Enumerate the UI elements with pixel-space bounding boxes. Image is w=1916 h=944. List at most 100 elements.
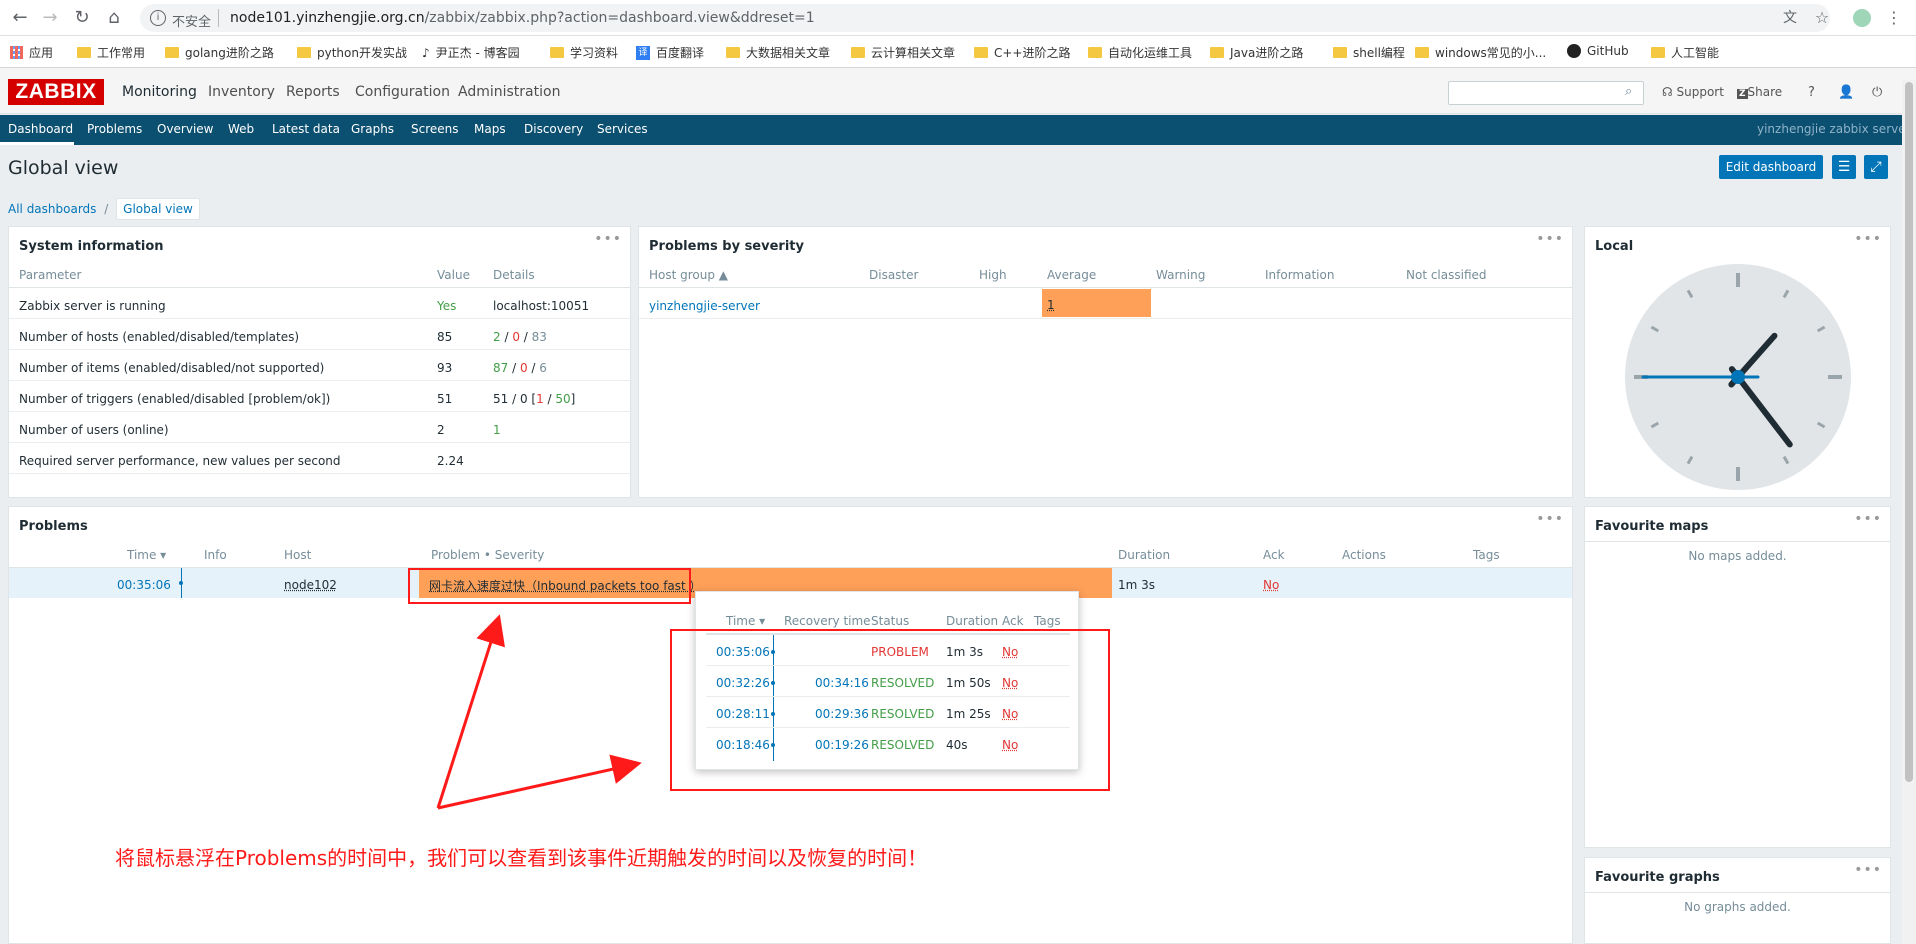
bookmark[interactable]: golang进阶之路 [165, 44, 274, 61]
menu-configuration[interactable]: Configuration [355, 84, 450, 100]
breadcrumb-current[interactable]: Global view [116, 198, 200, 220]
bookmark[interactable]: 大数据相关文章 [726, 44, 830, 61]
folder-icon [1651, 47, 1665, 58]
bookmark[interactable]: GitHub [1567, 44, 1629, 58]
subnav-graphs[interactable]: Graphs [351, 122, 394, 136]
subnav-services[interactable]: Services [597, 122, 648, 136]
divider [9, 287, 630, 288]
col-information: Information [1265, 268, 1335, 282]
bookmark-apps[interactable]: 应用 [10, 44, 53, 61]
subnav-latest-data[interactable]: Latest data [272, 122, 340, 136]
problem-ack[interactable]: No [1263, 578, 1279, 592]
average-count[interactable]: 1 [1047, 298, 1055, 312]
widget-title: Favourite maps [1595, 519, 1709, 534]
param-value: 2 [437, 423, 445, 437]
folder-icon [726, 47, 740, 58]
bookmark[interactable]: python开发实战 [297, 44, 407, 61]
hamburger-menu-icon[interactable]: ☰ [1832, 155, 1856, 179]
subnav-web[interactable]: Web [228, 122, 254, 136]
edit-dashboard-button[interactable]: Edit dashboard [1719, 155, 1823, 179]
subnav-problems[interactable]: Problems [87, 122, 142, 136]
subnav-discovery[interactable]: Discovery [524, 122, 583, 136]
col-host-group[interactable]: Host group ▲ [649, 268, 728, 282]
problem-host[interactable]: node102 [284, 578, 337, 592]
folder-icon [974, 47, 988, 58]
folder-icon [851, 47, 865, 58]
widget-menu-icon[interactable]: ••• [1854, 862, 1882, 878]
bookmark[interactable]: 译百度翻译 [636, 44, 704, 61]
zabbix-logo[interactable]: ZABBIX [8, 79, 104, 105]
widget-menu-icon[interactable]: ••• [1854, 511, 1882, 527]
support-link[interactable]: ☊ Support [1662, 85, 1724, 99]
info-icon[interactable]: i [150, 10, 166, 26]
forward-icon[interactable]: → [38, 6, 62, 30]
param-value: Yes [437, 299, 457, 313]
subnav-screens[interactable]: Screens [411, 122, 459, 136]
bookmarks-bar: 应用 工作常用 golang进阶之路 python开发实战 ♪ 尹正杰 - 博客园… [0, 36, 1916, 68]
url-text[interactable]: node101.yinzhengjie.org.cn/zabbix/zabbix… [230, 10, 815, 26]
help-icon[interactable]: ? [1808, 85, 1815, 100]
widget-menu-icon[interactable]: ••• [1536, 511, 1564, 527]
translate-icon[interactable]: 文 [1778, 6, 1802, 30]
bookmark[interactable]: 学习资料 [550, 44, 618, 61]
reload-icon[interactable]: ↻ [70, 6, 94, 30]
system-information-widget: System information ••• Parameter Value D… [8, 226, 631, 498]
search-icon[interactable]: ⌕ [1625, 84, 1632, 99]
bookmark[interactable]: ♪ 尹正杰 - 博客园 [422, 44, 520, 61]
problems-by-severity-widget: Problems by severity ••• Host group ▲ Di… [638, 226, 1573, 498]
menu-reports[interactable]: Reports [286, 84, 340, 100]
menu-inventory[interactable]: Inventory [208, 84, 275, 100]
menu-monitoring[interactable]: Monitoring [122, 84, 197, 100]
user-profile-icon[interactable]: 👤 [1838, 85, 1854, 100]
bookmark[interactable]: 云计算相关文章 [851, 44, 955, 61]
host-group-link[interactable]: yinzhengjie-server [649, 299, 760, 313]
col-duration: Duration [1118, 548, 1171, 562]
menu-administration[interactable]: Administration [458, 84, 560, 100]
bookmark[interactable]: windows常见的小... [1415, 44, 1546, 61]
menu-icon[interactable]: ⋮ [1882, 6, 1906, 30]
problem-time[interactable]: 00:35:06 [117, 578, 171, 592]
bookmark[interactable]: C++进阶之路 [974, 44, 1071, 61]
subnav-dashboard[interactable]: Dashboard [8, 122, 73, 136]
share-link[interactable]: Z Share [1737, 85, 1782, 99]
col-ack: Ack [1263, 548, 1285, 562]
subnav-maps[interactable]: Maps [474, 122, 506, 136]
search-input[interactable] [1448, 81, 1644, 105]
breadcrumb-all-dashboards[interactable]: All dashboards [8, 202, 96, 216]
bookmark[interactable]: Java进阶之路 [1210, 44, 1303, 61]
divider [639, 287, 1572, 288]
folder-icon [77, 47, 91, 58]
col-time[interactable]: Time ▾ [127, 548, 166, 562]
param-label: Zabbix server is running [19, 299, 166, 313]
url-separator [218, 9, 219, 27]
url-host: node101.yinzhengjie.org.cn [230, 10, 425, 26]
col-info: Info [204, 548, 227, 562]
bookmark[interactable]: 自动化运维工具 [1088, 44, 1192, 61]
apps-grid-icon [10, 46, 23, 59]
subnav-overview[interactable]: Overview [157, 122, 214, 136]
widget-menu-icon[interactable]: ••• [1854, 231, 1882, 247]
popup-col-tags: Tags [1034, 614, 1061, 628]
bookmark[interactable]: shell编程 [1333, 44, 1405, 61]
param-details: 51 / 0 [1 / 50] [493, 392, 576, 406]
empty-message: No maps added. [1688, 549, 1787, 563]
average-severity-cell[interactable]: 1 [1042, 289, 1151, 317]
extension-icon[interactable] [1850, 6, 1874, 30]
bookmark[interactable]: 工作常用 [77, 44, 145, 61]
star-icon[interactable]: ☆ [1810, 6, 1834, 30]
folder-icon [1088, 47, 1102, 58]
analog-clock [1625, 264, 1851, 490]
widget-menu-icon[interactable]: ••• [1536, 231, 1564, 247]
back-icon[interactable]: ← [8, 6, 32, 30]
sign-out-icon[interactable]: ⏻ [1872, 85, 1882, 100]
col-tags: Tags [1473, 548, 1500, 562]
folder-icon [1210, 47, 1224, 58]
fullscreen-icon[interactable]: ⤢ [1864, 155, 1888, 179]
widget-menu-icon[interactable]: ••• [594, 231, 622, 247]
server-name: yinzhengjie zabbix server [1757, 122, 1911, 136]
scrollbar-thumb[interactable] [1905, 82, 1913, 782]
popup-col-time: Time ▾ [726, 614, 766, 628]
param-details: localhost:10051 [493, 299, 590, 313]
bookmark[interactable]: 人工智能 [1651, 44, 1719, 61]
home-icon[interactable]: ⌂ [102, 6, 126, 30]
